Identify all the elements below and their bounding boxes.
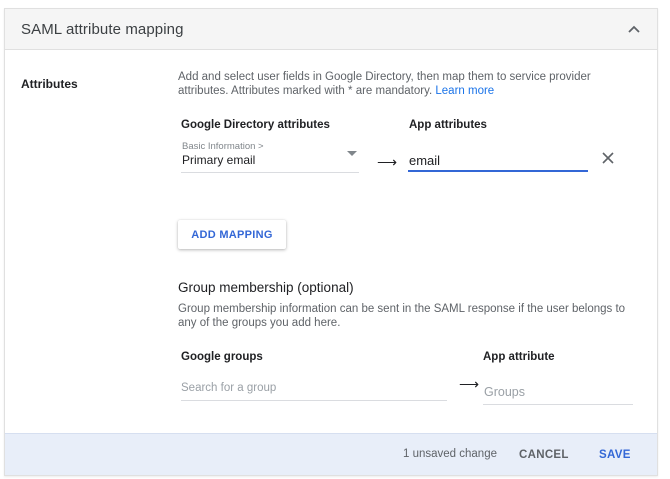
collapse-button[interactable] (625, 20, 643, 38)
attribute-selected-value: Primary email (182, 153, 256, 167)
card-header[interactable]: SAML attribute mapping (5, 9, 657, 50)
google-groups-header: Google groups (181, 351, 263, 363)
unsaved-changes-text: 1 unsaved change (403, 448, 497, 460)
saml-attribute-mapping-card: SAML attribute mapping Attributes Add an… (4, 8, 658, 476)
save-button[interactable]: SAVE (591, 443, 639, 467)
chevron-up-icon (628, 25, 640, 33)
close-icon (602, 152, 614, 164)
google-directory-attribute-select[interactable]: Basic Information > Primary email (181, 140, 359, 173)
card-title: SAML attribute mapping (21, 21, 184, 38)
groups-attribute-input[interactable] (483, 379, 633, 405)
app-attribute-input[interactable] (408, 150, 588, 172)
app-attribute-header: App attribute (483, 351, 555, 363)
attributes-description: Add and select user fields in Google Dir… (178, 70, 638, 98)
google-directory-attributes-header: Google Directory attributes (181, 119, 330, 131)
attributes-section-label: Attributes (21, 77, 78, 91)
learn-more-link[interactable]: Learn more (435, 85, 494, 97)
arrow-right-icon: ⟶ (377, 154, 398, 170)
group-membership-description: Group membership information can be sent… (178, 303, 626, 329)
app-attributes-header: App attributes (409, 119, 487, 131)
group-membership-title: Group membership (optional) (178, 280, 354, 295)
arrow-right-icon: ⟶ (459, 376, 480, 392)
add-mapping-button[interactable]: ADD MAPPING (178, 220, 286, 249)
group-search-input[interactable] (181, 375, 447, 401)
attributes-description-text: Add and select user fields in Google Dir… (178, 71, 591, 97)
attribute-category: Basic Information > (182, 141, 264, 152)
remove-mapping-button[interactable] (601, 151, 617, 167)
caret-down-icon (347, 151, 357, 156)
cancel-button[interactable]: CANCEL (513, 443, 575, 467)
footer-bar: 1 unsaved change CANCEL SAVE (5, 433, 657, 475)
